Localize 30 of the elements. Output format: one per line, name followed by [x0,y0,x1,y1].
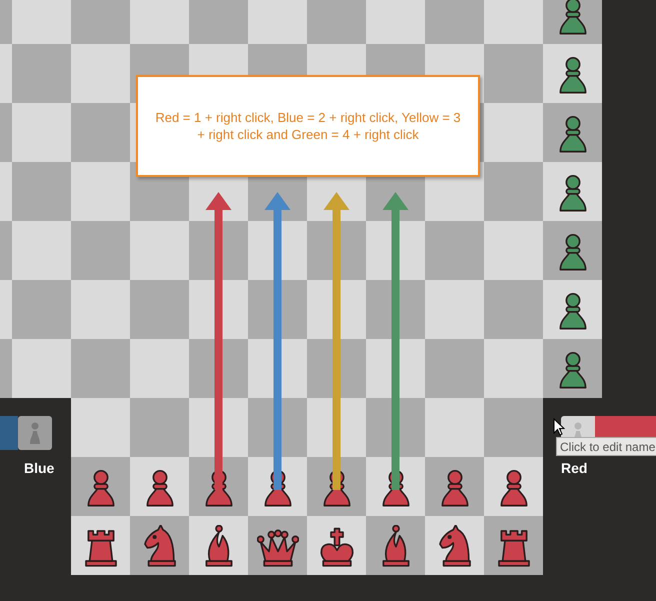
board-square[interactable] [71,457,130,516]
board-square[interactable] [130,516,189,575]
board-square[interactable] [543,280,602,339]
player-tile[interactable] [18,416,52,450]
instruction-text: Red = 1 + right click, Blue = 2 + right click, Yellow = 3 + right click and Green = 4 + right click [155,109,461,143]
cursor-icon [553,418,565,436]
board-square[interactable] [130,457,189,516]
board-square[interactable] [543,339,602,398]
board-square[interactable] [484,516,543,575]
board-square[interactable] [543,162,602,221]
player-name[interactable]: Red [561,460,656,476]
board-square[interactable] [71,516,130,575]
board-square[interactable] [366,457,425,516]
board-square[interactable] [189,457,248,516]
board-square[interactable] [366,516,425,575]
board-square[interactable] [543,44,602,103]
board-square[interactable] [543,103,602,162]
board-square[interactable] [425,457,484,516]
board-square[interactable] [543,0,602,44]
board-square[interactable] [307,516,366,575]
player-name[interactable]: Blue [24,460,54,476]
board-square[interactable] [543,221,602,280]
board-square[interactable] [248,457,307,516]
board-square[interactable] [248,516,307,575]
pawn-icon [27,421,43,445]
board-square[interactable] [484,457,543,516]
board-square[interactable] [307,457,366,516]
board-square[interactable] [189,516,248,575]
name-tooltip: Click to edit name [556,437,656,456]
board-square[interactable] [425,516,484,575]
